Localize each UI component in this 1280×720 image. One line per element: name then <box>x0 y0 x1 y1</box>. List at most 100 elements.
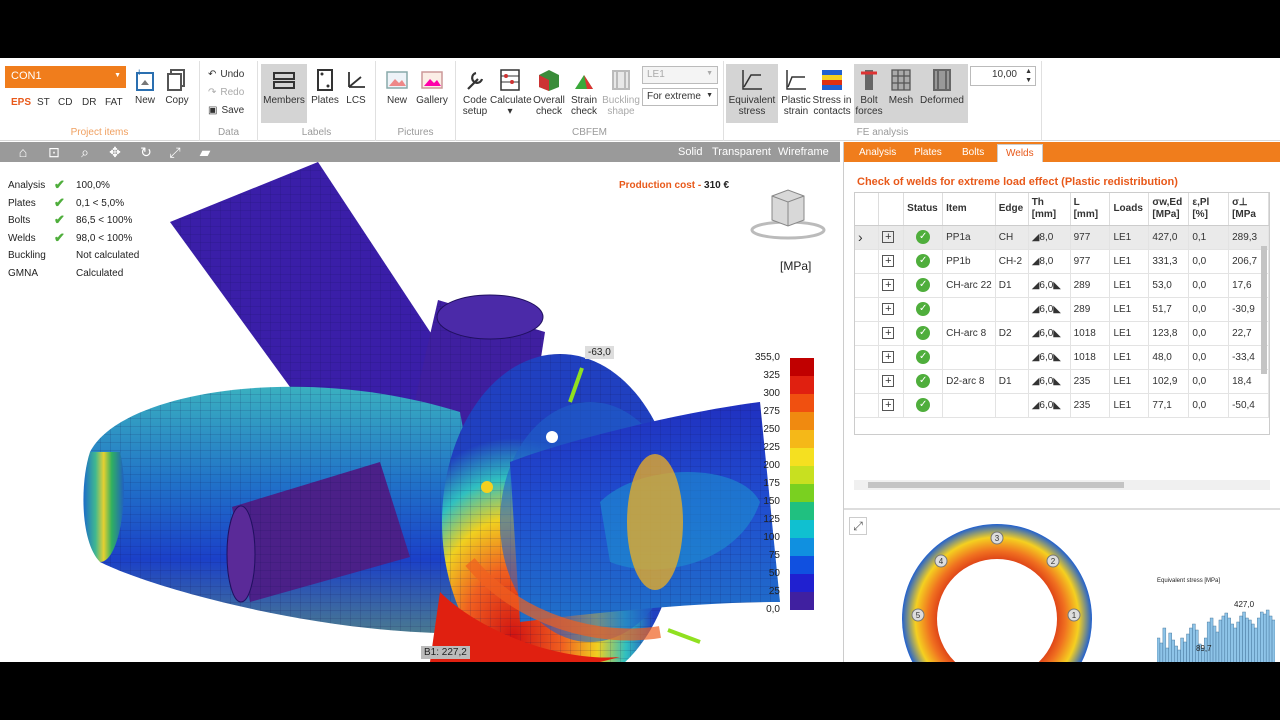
save-button[interactable]: ▣ Save <box>208 105 244 116</box>
zoom-extents-icon[interactable]: ⤢ <box>166 143 184 161</box>
tab-analysis[interactable]: Analysis <box>851 144 904 162</box>
check-type-dr[interactable]: DR <box>82 97 96 108</box>
table-row[interactable]: + ✓ CH-arc 22 D1 ◢6,0◣ 289 LE1 53,0 0,0 17,6 <box>855 273 1269 298</box>
view-cube-icon[interactable]: ▰ <box>196 143 214 161</box>
equivalent-stress-button[interactable]: Equivalent stress <box>726 64 778 123</box>
scroll-thumb[interactable] <box>868 482 1124 488</box>
expand-row-icon[interactable]: + <box>882 375 895 387</box>
strain-check-button[interactable]: Strain check <box>566 67 602 117</box>
status-ok-icon: ✓ <box>916 278 931 292</box>
cell-length: 235 <box>1070 369 1111 394</box>
expand-row-icon[interactable]: + <box>882 255 895 267</box>
plastic-strain-button[interactable]: Plastic strain <box>780 67 812 117</box>
mode-wireframe[interactable]: Wireframe <box>778 146 829 158</box>
check-type-st[interactable]: ST <box>37 97 50 108</box>
extreme-dropdown[interactable]: For extreme ▼ <box>642 88 718 106</box>
table-row[interactable]: + ✓ ◢6,0◣ 235 LE1 77,1 0,0 -50,4 <box>855 393 1269 418</box>
legend-tick-label: 275 <box>763 406 780 417</box>
zoom-window-icon[interactable]: ⊡ <box>45 143 63 161</box>
column-header-length[interactable]: L [mm] <box>1070 193 1111 226</box>
check-type-fat[interactable]: FAT <box>105 97 123 108</box>
table-row[interactable]: + ✓ ◢6,0◣ 1018 LE1 48,0 0,0 -33,4 <box>855 345 1269 370</box>
tab-plates[interactable]: Plates <box>906 144 950 162</box>
new-item-icon: + <box>136 67 154 91</box>
gallery-label: Gallery <box>416 95 448 106</box>
column-header-thickness[interactable]: Th [mm] <box>1028 193 1071 226</box>
view-cube-icon[interactable] <box>750 186 826 242</box>
spinner-arrows-icon[interactable]: ▲ ▼ <box>1025 67 1032 85</box>
calculate-button[interactable]: Calculate ▾ <box>490 67 532 117</box>
strain-graph-icon <box>786 70 806 90</box>
column-header-edge[interactable]: Edge <box>995 193 1029 226</box>
table-row[interactable]: + ✓ D2-arc 8 D1 ◢6,0◣ 235 LE1 102,9 0,0 18,4 <box>855 369 1269 394</box>
deformation-scale-input[interactable]: 10,00 ▲ ▼ <box>970 66 1036 86</box>
mesh-button[interactable]: Mesh <box>886 67 916 106</box>
lcs-button[interactable]: LCS <box>342 67 370 106</box>
connection-dropdown[interactable]: CON1 ▼ <box>5 66 126 88</box>
expand-row-icon[interactable]: + <box>882 399 895 411</box>
contacts-icon <box>822 70 842 90</box>
expand-row-icon[interactable]: + <box>882 303 895 315</box>
check-type-eps[interactable]: EPS <box>11 97 31 108</box>
stress-in-contacts-button[interactable]: Stress in contacts <box>812 67 852 117</box>
mode-solid[interactable]: Solid <box>678 146 702 158</box>
rotate-icon[interactable]: ↻ <box>137 143 155 161</box>
load-effect-dropdown[interactable]: LE1 ▼ <box>642 66 718 84</box>
cell-thickness: ◢6,0◣ <box>1028 297 1071 322</box>
mini-chart-bar <box>1230 623 1234 662</box>
undo-button[interactable]: ↶ Undo <box>208 69 244 80</box>
members-button[interactable]: Members <box>261 64 307 123</box>
stress-graph-icon <box>742 70 762 90</box>
table-row[interactable]: + ✓ ◢6,0◣ 289 LE1 51,7 0,0 -30,9 <box>855 297 1269 322</box>
legend-color-step <box>790 376 814 394</box>
column-header-loads[interactable]: Loads <box>1109 193 1150 226</box>
legend-tick-label: 300 <box>763 388 780 399</box>
welds-table: Status Item Edge Th [mm] L [mm] Loads σw… <box>855 193 1269 418</box>
cell-item <box>942 393 996 418</box>
tab-welds[interactable]: Welds <box>997 144 1043 162</box>
zoom-icon[interactable]: ⌕ <box>76 143 94 161</box>
column-header-sigma-w[interactable]: σw,Ed [MPa] <box>1148 193 1190 226</box>
buckling-shape-button[interactable]: Buckling shape <box>602 67 640 117</box>
mini-chart-bar <box>1186 633 1190 662</box>
plates-label-button[interactable]: Plates <box>310 67 340 106</box>
table-row[interactable]: + ✓ CH-arc 8 D2 ◢6,0◣ 1018 LE1 123,8 0,0 22,7 <box>855 321 1269 346</box>
redo-button[interactable]: ↷ Redo <box>208 87 244 98</box>
cell-item: PP1b <box>942 249 996 274</box>
check-type-cd[interactable]: CD <box>58 97 72 108</box>
connection-name: CON1 <box>11 70 42 82</box>
model-viewport[interactable]: Analysis ✔ 100,0% Plates ✔ 0,1 < 5,0% Bo… <box>0 162 840 662</box>
bolt-marker-label: 2 <box>1051 557 1056 566</box>
code-setup-button[interactable]: Code setup <box>460 67 490 117</box>
column-header-sigma-perp[interactable]: σ⊥ [MPa <box>1228 193 1269 226</box>
column-header-status[interactable]: Status <box>903 193 944 226</box>
table-horizontal-scrollbar[interactable] <box>854 480 1270 490</box>
cell-item <box>942 345 996 370</box>
bolt-marker-label: 1 <box>1072 611 1077 620</box>
gallery-button[interactable]: Gallery <box>414 67 450 106</box>
expand-row-icon[interactable]: + <box>882 327 895 339</box>
expand-row-icon[interactable]: + <box>882 231 895 243</box>
new-item-button[interactable]: + New <box>131 67 159 106</box>
expand-row-icon[interactable]: + <box>882 279 895 291</box>
column-header-strain[interactable]: ε,Pl [%] <box>1188 193 1230 226</box>
new-picture-button[interactable]: New <box>382 67 412 106</box>
table-row[interactable]: › + ✓ PP1a CH ◢8,0 977 LE1 427,0 0,1 289,3 <box>855 225 1269 250</box>
overall-check-button[interactable]: Overall check <box>532 67 566 117</box>
pan-icon[interactable]: ✥ <box>106 143 124 161</box>
table-row[interactable]: + ✓ PP1b CH-2 ◢8,0 977 LE1 331,3 0,0 206,7 <box>855 249 1269 274</box>
copy-button[interactable]: Copy <box>163 67 191 106</box>
expand-icon[interactable]: ⤢ <box>849 517 867 535</box>
deformed-button[interactable]: Deformed <box>918 67 966 106</box>
scroll-thumb[interactable] <box>1261 246 1267 374</box>
bolt-forces-button[interactable]: Bolt forces <box>854 67 884 117</box>
expand-row-icon[interactable]: + <box>882 351 895 363</box>
mode-transparent[interactable]: Transparent <box>712 146 771 158</box>
overall-check-icon <box>539 70 559 91</box>
mini-chart-bar <box>1233 627 1237 662</box>
table-vertical-scrollbar[interactable] <box>1259 240 1269 480</box>
column-header-item[interactable]: Item <box>942 193 996 226</box>
home-icon[interactable]: ⌂ <box>14 143 32 161</box>
production-cost: Production cost - 310 € <box>619 180 730 191</box>
tab-bolts[interactable]: Bolts <box>954 144 992 162</box>
